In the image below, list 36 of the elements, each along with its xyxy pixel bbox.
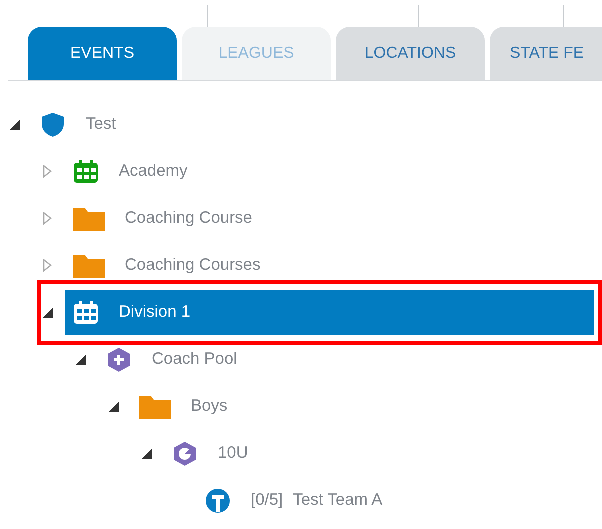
item-label: Division 1 [119,303,191,322]
item-label: Coaching Courses [125,256,261,275]
tree-item[interactable]: Test [32,102,594,147]
tab[interactable]: EVENTS [28,27,177,80]
calendar-icon [73,158,99,184]
expanded-arrow-icon[interactable] [43,308,53,318]
item-label: Academy [119,162,188,181]
tree-item[interactable]: Academy [65,149,594,194]
folder-icon [73,254,105,278]
hexagon-plus-icon [106,346,132,372]
tree-item[interactable]: Coaching Course [65,196,594,241]
expanded-arrow-icon[interactable] [10,120,20,130]
team-icon [205,488,231,514]
item-count: [0/5] [251,491,284,510]
tree-item[interactable]: 10U [164,431,594,476]
hexagon-ring-icon [172,440,198,466]
expanded-arrow-icon[interactable] [109,402,119,412]
item-label: Test [86,115,116,134]
tree-item[interactable]: [0/5] Test Team A [197,478,594,523]
item-label: Boys [191,397,228,416]
tab[interactable]: STATE FE [490,27,602,80]
tree-item[interactable]: Coaching Courses [65,243,594,288]
tree-item[interactable]: Boys [131,384,594,429]
calendar-icon [73,300,99,326]
item-label: Test Team A [293,491,383,510]
folder-icon [139,394,171,418]
tree-item[interactable]: Coach Pool [98,337,594,382]
item-label: Coach Pool [152,350,238,369]
item-label: Coaching Course [125,209,252,228]
tab[interactable]: LOCATIONS [336,27,485,80]
expanded-arrow-icon[interactable] [142,448,152,458]
tree-item[interactable]: Division 1 [65,290,594,335]
shield-icon [40,112,66,138]
folder-icon [73,206,105,230]
expanded-arrow-icon[interactable] [76,354,86,364]
item-label: 10U [218,444,248,463]
